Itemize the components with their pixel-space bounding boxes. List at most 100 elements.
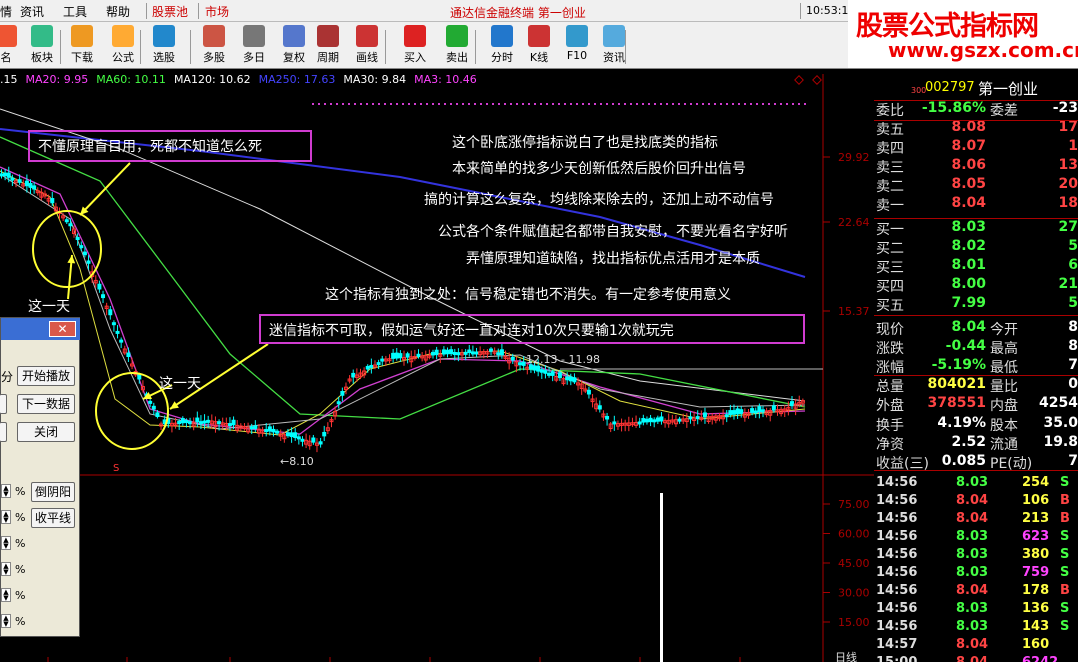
diamond-icon	[794, 75, 804, 85]
menu-item-stock-pool[interactable]: 股票池	[152, 3, 188, 20]
toolbar-button-12[interactable]: 分时	[482, 24, 522, 68]
toolbar-icon	[603, 25, 625, 47]
candle-body	[180, 418, 185, 424]
yinyang-button[interactable]: 倒阴阳	[31, 482, 75, 502]
panel-divider	[874, 218, 1078, 219]
candle-body	[376, 362, 381, 366]
trade-t: 14:56	[876, 583, 918, 598]
spinner-control[interactable]: ▲ ▼	[1, 562, 11, 576]
close-button[interactable]: 关闭	[17, 422, 75, 442]
toolbar-button-4[interactable]: 选股	[144, 24, 184, 68]
candle-body	[449, 349, 454, 355]
dialog-side-button[interactable]	[0, 394, 7, 414]
quote-label: 换手	[876, 418, 904, 434]
toolbar-button-10[interactable]: 买入	[395, 24, 435, 68]
signal-dot	[414, 103, 416, 105]
signal-dot	[396, 103, 398, 105]
spinner-control[interactable]: ▲ ▼	[1, 510, 11, 524]
candle-body	[271, 428, 276, 433]
signal-marker: S	[113, 463, 119, 474]
stock-name: 第一创业	[978, 80, 1039, 98]
percent-label: %	[15, 511, 26, 524]
candle-body	[227, 423, 232, 427]
candle-body	[318, 441, 323, 445]
play-button[interactable]: 开始播放	[17, 366, 75, 386]
signal-dot	[408, 103, 410, 105]
toolbar-button-5[interactable]: 多股	[194, 24, 234, 68]
signal-dot	[720, 103, 722, 105]
indicator-axis-label: 60.00	[838, 528, 870, 541]
watermark-url: www.gszx.com.cn	[888, 38, 1078, 62]
signal-dot	[510, 103, 512, 105]
trade-v: 759	[1022, 565, 1050, 580]
signal-dot	[576, 103, 578, 105]
toolbar-label: 买入	[404, 51, 426, 64]
candle-body	[155, 412, 160, 417]
signal-dot	[690, 103, 692, 105]
spinner-control[interactable]: ▲ ▼	[1, 614, 11, 628]
percent-label: %	[15, 537, 26, 550]
quote-label: 卖四	[876, 141, 904, 157]
indicator-axis-label: 75.00	[838, 498, 870, 511]
candle-body	[445, 349, 450, 355]
trade-p: 8.03	[956, 565, 989, 580]
spinner-control[interactable]: ▲ ▼	[1, 536, 11, 550]
signal-dot	[324, 103, 326, 105]
menu-item-info[interactable]: 情	[0, 3, 12, 20]
trade-p: 8.03	[956, 529, 989, 544]
candle-body	[365, 365, 370, 370]
trade-v: 254	[1022, 475, 1050, 490]
signal-dot	[756, 103, 758, 105]
candle-body	[441, 349, 446, 355]
signal-dot	[768, 103, 770, 105]
candle-body	[659, 416, 664, 422]
trade-t: 14:56	[876, 529, 918, 544]
signal-dot	[684, 103, 686, 105]
candle-body	[641, 418, 646, 423]
candle-body	[198, 421, 203, 425]
next-data-button[interactable]: 下一数据	[17, 394, 75, 414]
toolbar-icon	[203, 25, 225, 47]
quote-label-2: 流通	[990, 437, 1018, 453]
signal-dot	[390, 103, 392, 105]
dialog-side-button[interactable]	[0, 422, 7, 442]
flat-line-button[interactable]: 收平线	[31, 508, 75, 528]
candle-body	[648, 417, 653, 423]
trade-row: 14:56 8.03 759 S	[874, 564, 1078, 582]
signal-dot	[804, 103, 806, 105]
toolbar-button-3[interactable]: 公式	[103, 24, 143, 68]
toolbar-button-8[interactable]: 周期	[308, 24, 348, 68]
menu-separator	[198, 3, 199, 19]
candle-body	[695, 416, 700, 420]
candle-body	[3, 172, 8, 177]
toolbar-button-6[interactable]: 多日	[234, 24, 274, 68]
menu-item-news[interactable]: 资讯	[20, 3, 44, 20]
signal-dot	[672, 103, 674, 105]
candle-body	[311, 437, 316, 443]
toolbar-icon	[0, 25, 17, 47]
spinner-control[interactable]: ▲ ▼	[1, 588, 11, 602]
toolbar-button-15[interactable]: 资讯	[594, 24, 634, 68]
signal-dot	[678, 103, 680, 105]
toolbar-button-14[interactable]: F10	[557, 24, 597, 68]
candle-body	[285, 432, 290, 437]
dialog-close-icon[interactable]: ✕	[49, 321, 76, 337]
toolbar-button-9[interactable]: 画线	[347, 24, 387, 68]
menu-item-help[interactable]: 帮助	[106, 3, 130, 20]
toolbar-button-13[interactable]: K线	[519, 24, 559, 68]
candle-body	[568, 376, 573, 382]
toolbar-button-2[interactable]: 下载	[62, 24, 102, 68]
toolbar-button-1[interactable]: 板块	[22, 24, 62, 68]
kline-chart[interactable]: 29.92 22.64 15.37 75.00 60.00 45.00 30.00 15.00…	[0, 69, 874, 662]
toolbar-button-11[interactable]: 卖出	[437, 24, 477, 68]
candle-body	[463, 351, 468, 355]
signal-dot	[606, 103, 608, 105]
trade-row: 14:56 8.03 143 S	[874, 618, 1078, 636]
quote-value: -0.44	[945, 338, 986, 354]
menu-item-tools[interactable]: 工具	[63, 3, 87, 20]
signal-dot	[798, 103, 800, 105]
menu-item-market[interactable]: 市场	[205, 3, 229, 20]
indicator-bar	[660, 493, 663, 662]
spinner-control[interactable]: ▲ ▼	[1, 484, 11, 498]
toolbar-icon	[317, 25, 339, 47]
